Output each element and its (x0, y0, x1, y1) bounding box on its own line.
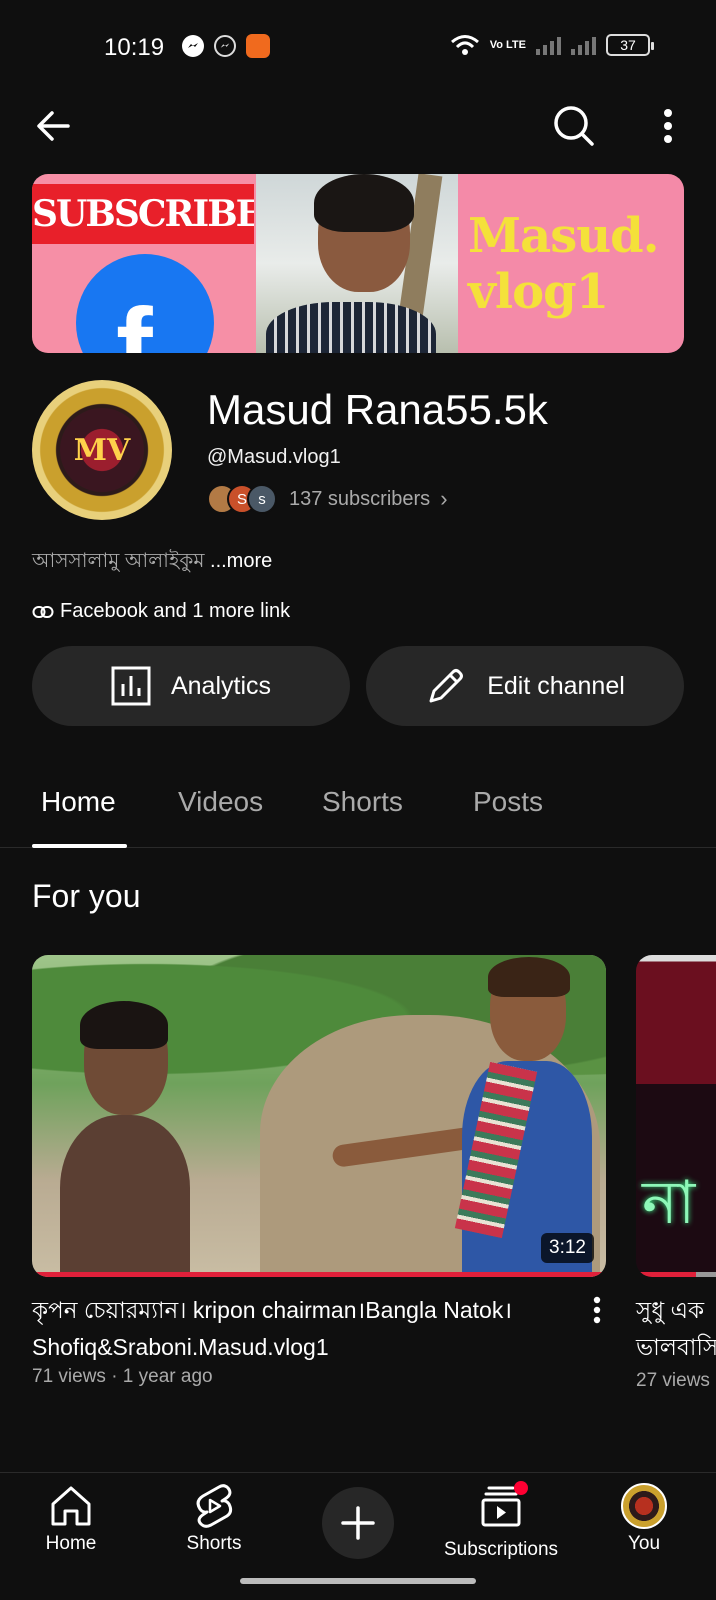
thumb2-neon-text: না (642, 1168, 696, 1238)
thumb-person-right-hair (488, 957, 570, 997)
subscribe-text: SUBSCRIBE (32, 193, 254, 235)
thumb-person-left-hair (80, 1001, 168, 1049)
system-icons: Vo LTE 37 (450, 34, 654, 56)
tab-shorts[interactable]: Shorts (322, 786, 403, 818)
banner-brand-section: Masud. vlog1 (458, 174, 684, 353)
nav-subscriptions-label: Subscriptions (443, 1539, 559, 1560)
video-title-2[interactable]: সুধু এক ভালবাসি (636, 1292, 716, 1366)
home-icon (51, 1486, 91, 1526)
nav-home-label: Home (45, 1533, 97, 1554)
search-button[interactable] (546, 98, 602, 154)
nav-subscriptions[interactable]: Subscriptions (431, 1481, 571, 1561)
video-meta: 71 views · 1 year ago (32, 1366, 213, 1387)
channel-tabs: Home Videos Shorts Posts (0, 776, 716, 848)
pencil-icon (429, 669, 464, 703)
link-icon (32, 605, 54, 618)
more-vert-icon (664, 109, 672, 143)
shorts-icon (196, 1484, 233, 1528)
progress-remaining-2 (696, 1272, 716, 1277)
tab-posts[interactable]: Posts (473, 786, 543, 818)
avatar-logo: MV (60, 408, 144, 492)
volte-label: Vo LTE (489, 39, 526, 51)
signal-1-icon (536, 35, 561, 55)
wifi-icon (450, 35, 479, 55)
banner-brand-line1: Masud. (468, 207, 659, 264)
arrow-left-icon (37, 111, 70, 141)
channel-avatar[interactable]: MV (32, 380, 172, 520)
banner-photo (256, 174, 458, 353)
status-bar: 10:19 Vo LTE 37 (0, 0, 716, 96)
subscriber-count: 137 subscribers (289, 487, 431, 510)
nav-you-label: You (627, 1533, 661, 1554)
messenger-outline-icon (214, 35, 236, 57)
tab-videos[interactable]: Videos (178, 786, 263, 818)
nav-shorts[interactable]: Shorts (144, 1483, 284, 1555)
back-button[interactable] (26, 98, 82, 154)
edit-channel-button[interactable]: Edit channel (366, 646, 684, 726)
top-app-bar (0, 96, 716, 156)
edit-channel-label: Edit channel (487, 671, 625, 700)
video-title-2-line2: ভালবাসি (636, 1334, 716, 1360)
subscribers-link[interactable]: S s 137 subscribers › (207, 484, 448, 514)
nav-shorts-label: Shorts (186, 1533, 242, 1554)
nav-home[interactable]: Home (1, 1483, 141, 1555)
subscriber-avatar-s2: s (247, 484, 277, 514)
watch-progress-bar-2 (636, 1272, 696, 1277)
app-notification-icon (246, 34, 270, 58)
description-text: আসসালামু আলাইকুম (32, 550, 205, 572)
watch-progress-bar (32, 1272, 606, 1277)
active-tab-indicator (32, 844, 127, 848)
analytics-button[interactable]: Analytics (32, 646, 350, 726)
notification-icons (182, 34, 270, 58)
subscribe-banner-text: SUBSCRIBE (32, 184, 254, 244)
video-thumbnail[interactable]: 3:12 (32, 955, 606, 1277)
video-menu-button[interactable] (582, 1296, 612, 1326)
video-title-2-line1: সুধু এক (636, 1297, 705, 1323)
banner-subscribe-section: SUBSCRIBE f (32, 174, 256, 353)
facebook-f-icon: f (116, 286, 153, 353)
channel-links[interactable]: Facebook and 1 more link (32, 600, 290, 623)
home-indicator[interactable] (240, 1578, 476, 1584)
video-title[interactable]: কৃপন চেয়ারম্যান। kripon chairman।Bangla… (32, 1292, 572, 1366)
channel-description[interactable]: আসসালামু আলাইকুম ...more (32, 546, 272, 579)
create-button[interactable] (322, 1487, 394, 1559)
more-options-button[interactable] (640, 98, 696, 154)
banner-brand-line2: vlog1 (468, 263, 609, 320)
nav-you[interactable]: You (574, 1483, 714, 1555)
search-icon (554, 106, 594, 146)
links-text: Facebook and 1 more link (60, 600, 291, 622)
notification-dot (514, 1481, 528, 1495)
tab-home[interactable]: Home (41, 786, 116, 818)
status-time: 10:19 (104, 34, 165, 61)
video-meta-2: 27 views (636, 1370, 710, 1391)
section-title: For you (32, 878, 141, 914)
subscriptions-icon-wrap (478, 1481, 528, 1535)
analytics-label: Analytics (170, 671, 272, 700)
subscriber-avatars: S s (207, 484, 279, 514)
signal-2-icon (571, 35, 596, 55)
messenger-icon (182, 35, 204, 57)
battery-indicator: 37 (606, 34, 654, 56)
chevron-right-icon: › (440, 486, 448, 511)
description-more[interactable]: ...more (210, 550, 272, 572)
video-duration: 3:12 (541, 1233, 594, 1263)
banner-person-hair (314, 174, 414, 232)
you-avatar-icon (621, 1483, 667, 1529)
channel-handle: @Masud.vlog1 (207, 446, 341, 468)
channel-banner: SUBSCRIBE f Masud. vlog1 (32, 174, 684, 353)
analytics-icon (111, 666, 151, 706)
plus-icon (341, 1506, 375, 1540)
video-thumbnail-2[interactable]: না (636, 955, 716, 1277)
banner-person-shirt (266, 302, 436, 353)
more-vert-icon (593, 1296, 601, 1324)
thumb-person-left (60, 1115, 190, 1277)
channel-name: Masud Rana55.5k (207, 386, 548, 433)
